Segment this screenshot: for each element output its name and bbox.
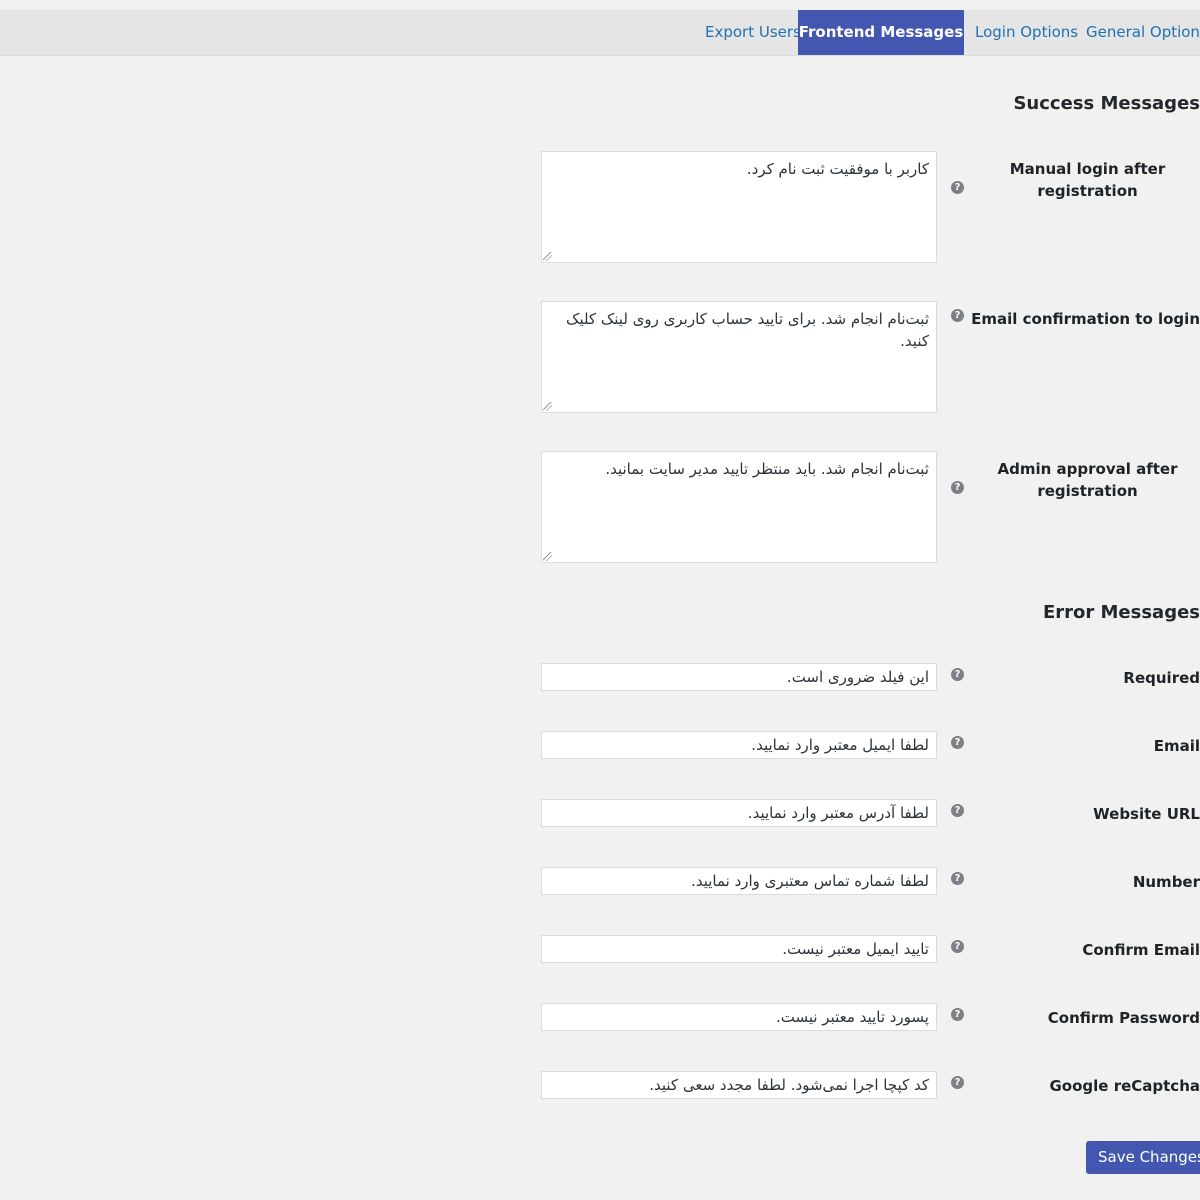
- tab-export-users[interactable]: Export Users: [705, 10, 801, 55]
- google-recaptcha-input[interactable]: کد کپچا اجرا نمی‌شود. لطفا مجدد سعی کنید…: [541, 1071, 937, 1099]
- tab-login-options[interactable]: Login Options: [975, 10, 1078, 55]
- help-icon[interactable]: ?: [951, 309, 964, 322]
- resize-handle-icon[interactable]: [543, 252, 552, 261]
- email-input[interactable]: لطفا ایمیل معتبر وارد نمایید.: [541, 731, 937, 759]
- email-confirmation-textarea[interactable]: ثبت‌نام انجام شد. برای تایید حساب کاربری…: [541, 301, 937, 413]
- help-icon[interactable]: ?: [951, 1008, 964, 1021]
- required-input[interactable]: این فیلد ضروری است.: [541, 663, 937, 691]
- settings-tab-bar: Export Users Frontend Messages Login Opt…: [0, 10, 1200, 56]
- help-icon[interactable]: ?: [951, 481, 964, 494]
- number-label: Number: [1132, 873, 1200, 891]
- confirm-password-input[interactable]: پسورد تایید معتبر نیست.: [541, 1003, 937, 1031]
- manual-login-label: Manual login after registration: [1009, 160, 1166, 200]
- number-input[interactable]: لطفا شماره تماس معتبری وارد نمایید.: [541, 867, 937, 895]
- help-icon[interactable]: ?: [951, 1076, 964, 1089]
- help-icon[interactable]: ?: [951, 736, 964, 749]
- manual-login-value: کاربر با موفقیت ثبت نام کرد.: [746, 160, 929, 178]
- required-label: Required: [1123, 669, 1200, 687]
- tab-frontend-messages[interactable]: Frontend Messages: [798, 10, 964, 55]
- website-url-input[interactable]: لطفا آدرس معتبر وارد نمایید.: [541, 799, 937, 827]
- email-confirmation-value: ثبت‌نام انجام شد. برای تایید حساب کاربری…: [566, 310, 929, 350]
- confirm-email-label: Confirm Email: [1082, 941, 1200, 959]
- admin-approval-textarea[interactable]: ثبت‌نام انجام شد. باید منتظر تایید مدیر …: [541, 451, 937, 563]
- confirm-password-label: Confirm Password: [1047, 1009, 1200, 1027]
- resize-handle-icon[interactable]: [543, 552, 552, 561]
- help-icon[interactable]: ?: [951, 872, 964, 885]
- help-icon[interactable]: ?: [951, 181, 964, 194]
- website-url-label: Website URL: [1093, 805, 1200, 823]
- help-icon[interactable]: ?: [951, 940, 964, 953]
- manual-login-textarea[interactable]: کاربر با موفقیت ثبت نام کرد.: [541, 151, 937, 263]
- help-icon[interactable]: ?: [951, 804, 964, 817]
- help-icon[interactable]: ?: [951, 668, 964, 681]
- save-changes-button[interactable]: Save Changes: [1086, 1141, 1200, 1174]
- tab-general-options[interactable]: General Options: [1086, 10, 1200, 55]
- admin-approval-value: ثبت‌نام انجام شد. باید منتظر تایید مدیر …: [605, 460, 929, 478]
- email-confirmation-label: Email confirmation to login: [971, 310, 1200, 328]
- confirm-email-input[interactable]: تایید ایمیل معتبر نیست.: [541, 935, 937, 963]
- error-messages-heading: Error Messages: [1042, 602, 1200, 623]
- email-label: Email: [1153, 737, 1200, 755]
- resize-handle-icon[interactable]: [543, 402, 552, 411]
- google-recaptcha-label: Google reCaptcha: [1049, 1077, 1200, 1095]
- success-messages-heading: Success Messages: [1013, 93, 1200, 114]
- admin-approval-label: Admin approval after registration: [997, 460, 1178, 500]
